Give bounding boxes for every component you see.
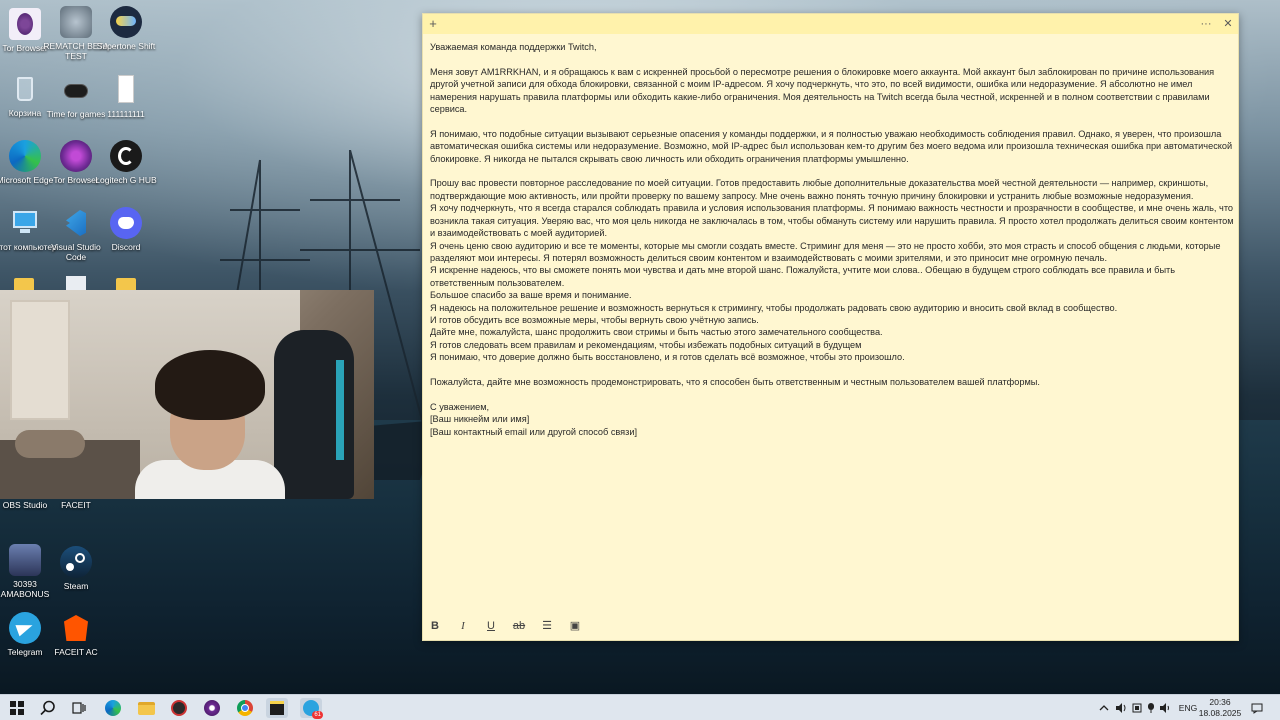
telegram-taskbar-icon[interactable]: 61	[300, 698, 323, 719]
clock-date: 18.08.2025	[1198, 708, 1242, 718]
list-icon[interactable]: ☰	[537, 618, 557, 634]
note-paragraph	[430, 165, 1235, 177]
note-paragraph: Меня зовут AM1RRKHAN, и я обращаюсь к ва…	[430, 66, 1217, 115]
search-icon[interactable]	[37, 698, 59, 718]
bold-button[interactable]: B	[425, 618, 445, 634]
note-paragraph: Дайте мне, пожалуйста, шанс продолжить с…	[430, 327, 883, 338]
sticky-notes-taskbar-icon[interactable]	[266, 698, 288, 718]
note-paragraph: Я надеюсь на положительное решение и воз…	[430, 302, 1118, 313]
desktop-icon-label: Telegram	[7, 647, 43, 657]
file-icon	[110, 74, 142, 106]
desktop-icon-label: FACEIT	[61, 500, 91, 510]
tor-browser-icon	[9, 8, 41, 40]
clock-time: 20:36	[1209, 697, 1231, 707]
note-paragraph: Большое спасибо за ваше время и понимани…	[430, 290, 632, 301]
folder-icon[interactable]	[14, 278, 34, 290]
edge-taskbar-icon[interactable]	[102, 698, 124, 718]
tor-browser-icon	[60, 140, 92, 172]
desktop-icon-label: Tor Browser	[2, 43, 48, 53]
webcam-overlay	[0, 290, 374, 499]
format-toolbar: B I U ab ☰ ▣	[423, 612, 1238, 640]
notification-badge: 61	[312, 711, 323, 719]
supertone-icon	[110, 6, 142, 38]
add-note-button[interactable]: +	[425, 16, 441, 32]
file-icon[interactable]	[66, 276, 86, 290]
desktop-icon-label: Logitech G HUB	[95, 175, 157, 185]
steam-icon	[60, 546, 92, 578]
faceit-ac-icon	[60, 612, 92, 644]
discord-icon	[110, 207, 142, 239]
strikethrough-button[interactable]: ab	[509, 618, 529, 634]
notifications-icon[interactable]	[1250, 695, 1264, 720]
webcam-door	[10, 300, 70, 420]
underline-button[interactable]: U	[481, 618, 501, 634]
desktop-icon-label: Steam	[63, 581, 89, 591]
note-paragraph: Я понимаю, что подобные ситуации вызываю…	[430, 128, 1235, 164]
rematch-icon	[60, 6, 92, 38]
streamer	[135, 350, 285, 499]
desktop-icon-label: Supertone Shift	[96, 41, 156, 51]
note-paragraph: [Ваш контактный email или другой способ …	[430, 426, 638, 437]
note-paragraph: Я очень ценю свою аудиторию и все те мом…	[430, 240, 1224, 263]
note-paragraph: Прошу вас провести повторное расследован…	[430, 178, 1211, 201]
windows-start-icon[interactable]	[6, 698, 28, 718]
desktop-icon-supertone[interactable]: Supertone Shift	[92, 6, 160, 51]
desktop-icon-label: Корзина	[8, 108, 42, 118]
time-for-games-icon	[60, 74, 92, 106]
note-paragraph	[430, 115, 1235, 127]
italic-button[interactable]: I	[453, 618, 473, 634]
vscode-icon	[60, 207, 92, 239]
amabonus-icon	[9, 544, 41, 576]
clock[interactable]: 20:36 18.08.2025	[1198, 697, 1242, 719]
edge-icon	[9, 140, 41, 172]
note-paragraph: Уважаемая команда поддержки Twitch,	[430, 42, 597, 52]
note-paragraph	[430, 388, 1235, 400]
taskbar: 61 ENG 20:36 18.08.2025	[0, 694, 1280, 720]
desktop-icon-label: OBS Studio	[2, 500, 48, 510]
background-person	[15, 430, 85, 458]
note-paragraph: Пожалуйста, дайте мне возможность продем…	[430, 376, 1040, 387]
note-paragraph: [Ваш никнейм или имя]	[430, 414, 530, 425]
task-view-icon[interactable]	[68, 698, 90, 718]
note-text-area[interactable]: Уважаемая команда поддержки Twitch, Меня…	[430, 41, 1235, 611]
close-button[interactable]: ✕	[1220, 16, 1236, 32]
sticky-note-window[interactable]: + ··· ✕ Уважаемая команда поддержки Twit…	[422, 13, 1239, 641]
note-paragraph: Я искренне надеюсь, что вы сможете понят…	[430, 265, 1178, 288]
desktop-icon-steam[interactable]: Steam	[42, 546, 110, 591]
note-paragraph	[430, 364, 1235, 376]
file-explorer-icon[interactable]	[135, 698, 157, 718]
speaker-icon[interactable]	[1159, 695, 1171, 720]
chevron-up-icon[interactable]	[1098, 695, 1110, 720]
chrome-icon[interactable]	[234, 698, 256, 718]
tor-browser-taskbar-icon[interactable]	[201, 698, 223, 718]
desktop-icon-discord[interactable]: Discord	[92, 207, 160, 252]
desktop-icon-file[interactable]: 111111111	[92, 74, 160, 119]
desktop-icon-label: 111111111	[107, 109, 145, 119]
battery-icon[interactable]	[1131, 695, 1143, 720]
streamer-hair	[155, 350, 265, 420]
telegram-icon	[9, 612, 41, 644]
note-paragraph: С уважением,	[430, 401, 490, 412]
image-icon[interactable]: ▣	[565, 618, 585, 634]
note-paragraph: Я хочу подчеркнуть, что я всегда старалс…	[430, 203, 1234, 239]
desktop-icon-label: FACEIT AC	[54, 647, 98, 657]
menu-button[interactable]: ···	[1198, 16, 1214, 32]
app-icon[interactable]	[168, 698, 190, 718]
desktop-icon-label: Discord	[111, 242, 141, 252]
desktop-icon-faceit[interactable]: FACEIT	[42, 500, 110, 510]
recycle-bin-icon	[9, 73, 41, 105]
note-paragraph: Я понимаю, что доверие должно быть восст…	[430, 352, 905, 363]
gaming-chair-stripe	[336, 360, 344, 460]
desktop-icon-faceit-ac[interactable]: FACEIT AC	[42, 612, 110, 657]
this-pc-icon	[9, 207, 41, 239]
note-paragraph: Я готов следовать всем правилам и рекоме…	[430, 339, 862, 350]
network-icon[interactable]	[1146, 695, 1156, 720]
note-paragraph	[430, 53, 1235, 65]
note-paragraph: И готов обсудить все возможные меры, что…	[430, 314, 759, 325]
desktop-icon-logitech[interactable]: Logitech G HUB	[92, 140, 160, 185]
folder-icon[interactable]	[116, 278, 136, 290]
logitech-icon	[110, 140, 142, 172]
sticky-note-header[interactable]: + ··· ✕	[423, 14, 1238, 34]
volume-icon[interactable]	[1114, 695, 1128, 720]
